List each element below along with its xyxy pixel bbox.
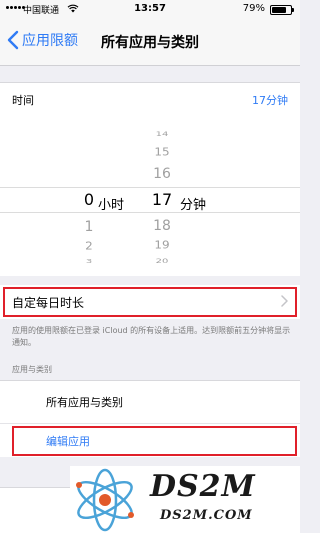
hour-option[interactable]: 1 (77, 219, 101, 235)
minute-option[interactable]: 14 (150, 131, 174, 138)
status-bar: 中国联通 13:57 79% (0, 0, 300, 20)
time-label: 时间 (12, 94, 34, 107)
all-apps-row[interactable]: 所有应用与类别 (0, 380, 300, 423)
minute-unit-label: 分钟 (180, 198, 207, 213)
atom-logo-icon (76, 468, 134, 532)
minute-option[interactable]: 15 (150, 146, 174, 158)
custom-daily-highlight-box (3, 287, 297, 317)
all-apps-label: 所有应用与类别 (46, 396, 123, 409)
minute-option[interactable]: 19 (150, 239, 174, 251)
minute-option[interactable]: 20 (150, 258, 174, 265)
battery-icon (270, 5, 294, 15)
time-picker[interactable]: 0 小时 1 2 3 14 15 16 17 分钟 18 19 20 (0, 116, 300, 276)
section-header: 应用与类别 (12, 365, 52, 374)
watermark-title: DS2M (150, 469, 256, 504)
hour-option[interactable]: 3 (77, 258, 101, 264)
watermark: DS2M DS2M.COM (70, 466, 300, 533)
minute-selected[interactable]: 17 (150, 190, 174, 209)
navigation-bar: 应用限额 所有应用与类别 (0, 20, 300, 66)
time-row[interactable]: 时间 17分钟 (0, 82, 300, 116)
hour-unit-label: 小时 (98, 198, 125, 213)
minute-option[interactable]: 18 (150, 218, 174, 234)
hour-option[interactable]: 2 (77, 240, 101, 252)
minute-option[interactable]: 16 (150, 166, 174, 182)
page-title: 所有应用与类别 (101, 35, 199, 51)
time-value: 17分钟 (252, 94, 288, 107)
edit-apps-highlight-box (12, 426, 297, 456)
usage-footnote: 应用的使用限额在已登录 iCloud 的所有设备上适用。达到限额前五分钟将显示通… (12, 326, 291, 347)
watermark-subtitle: DS2M.COM (160, 508, 253, 523)
battery-percentage: 79% (242, 3, 265, 14)
